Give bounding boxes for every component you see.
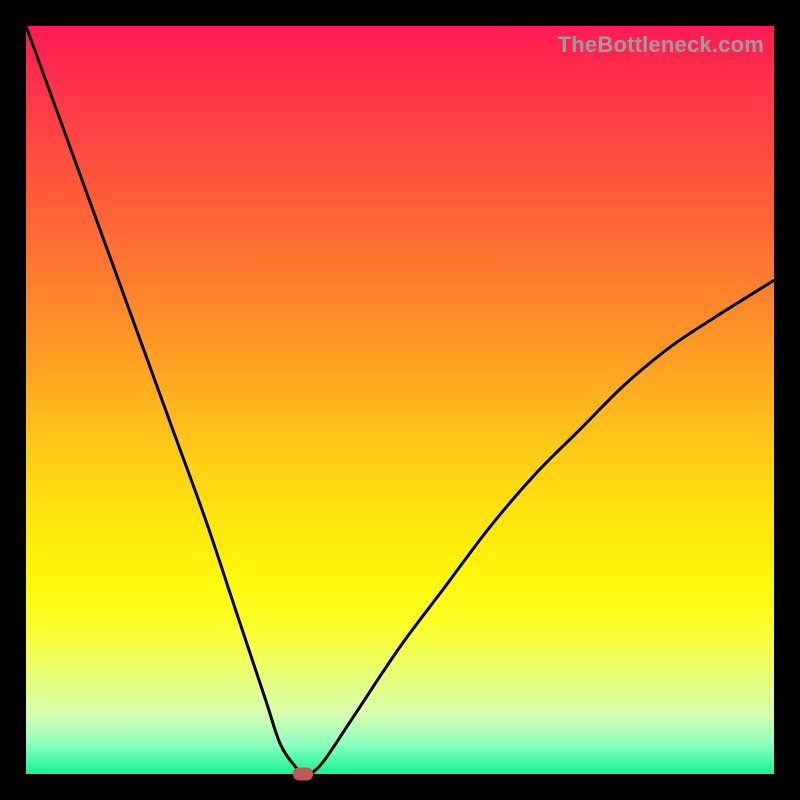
curve-svg — [26, 26, 774, 774]
plot-area: TheBottleneck.com — [26, 26, 774, 774]
bottleneck-curve — [26, 26, 774, 774]
optimum-marker — [293, 768, 313, 781]
chart-frame: TheBottleneck.com — [0, 0, 800, 800]
